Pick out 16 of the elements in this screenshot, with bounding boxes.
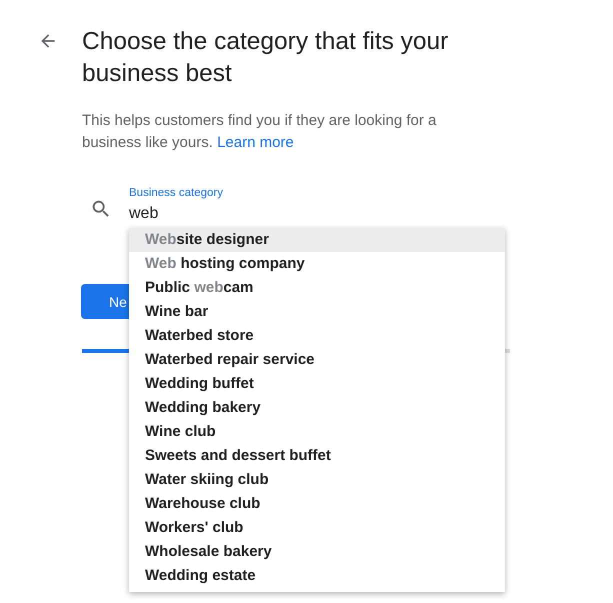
suggestion-item[interactable]: Wine club: [129, 420, 505, 444]
suggestion-item[interactable]: Sweets and dessert buffet: [129, 444, 505, 468]
suggestion-item[interactable]: Wedding estate: [129, 564, 505, 588]
suggestion-item[interactable]: Wholesale bakery: [129, 540, 505, 564]
learn-more-link[interactable]: Learn more: [217, 134, 294, 151]
suggestion-item[interactable]: Wedding buffet: [129, 372, 505, 396]
suggestion-item[interactable]: Website designer: [129, 228, 505, 252]
suggestion-item[interactable]: Workers' club: [129, 516, 505, 540]
suggestion-item[interactable]: Wedding bakery: [129, 396, 505, 420]
page-title: Choose the category that fits your business best: [82, 27, 450, 89]
suggestion-item[interactable]: Waterbed repair service: [129, 348, 505, 372]
suggestion-item[interactable]: Web hosting company: [129, 252, 505, 276]
suggestion-item[interactable]: Waterbed store: [129, 324, 505, 348]
suggestion-item[interactable]: Water skiing club: [129, 468, 505, 492]
suggestion-item[interactable]: Warehouse club: [129, 492, 505, 516]
description-text: This helps customers find you if they are looking for a business like yours. Learn more: [82, 111, 438, 153]
